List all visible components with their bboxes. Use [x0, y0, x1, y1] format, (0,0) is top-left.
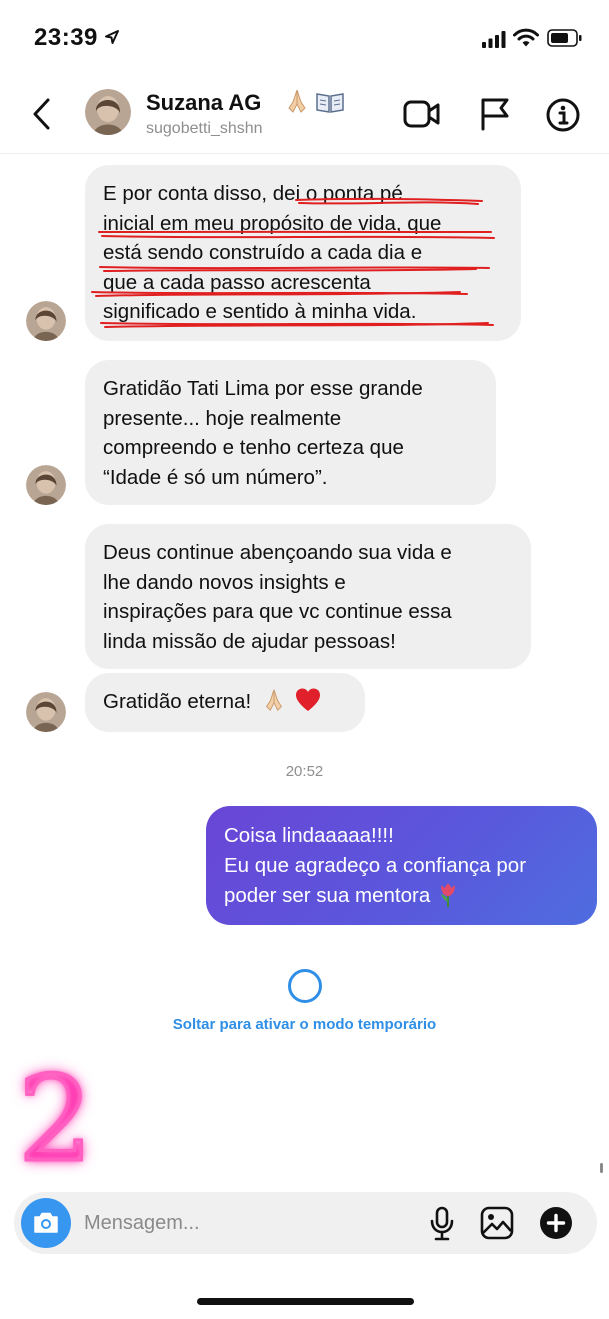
contact-username: sugobetti_shshn [146, 120, 263, 137]
message-line: Eu que agradeço a confiança por [224, 853, 527, 877]
open-book-icon [315, 93, 345, 118]
message-avatar[interactable] [26, 692, 66, 732]
status-time: 23:39 [34, 24, 98, 51]
microphone-icon[interactable] [429, 1206, 455, 1247]
message-line: inspirações para que vc continue essa [103, 600, 452, 623]
incoming-message[interactable]: Gratidão Tati Lima por esse grande prese… [85, 360, 496, 505]
home-indicator[interactable] [197, 1298, 414, 1305]
message-input[interactable] [84, 1204, 404, 1242]
flag-icon[interactable] [479, 97, 511, 136]
message-line: linda missão de ajudar pessoas! [103, 629, 396, 653]
info-icon[interactable] [545, 97, 581, 138]
message-line: E por conta disso, dei o ponta pé [103, 182, 403, 205]
message-line: lhe dando novos insights e [103, 570, 346, 594]
praying-hands-icon [283, 89, 315, 118]
message-line: poder ser sua mentora [224, 880, 579, 917]
vanish-mode-indicator [288, 969, 322, 1003]
message-line: que a cada passo acrescenta [103, 270, 371, 294]
incoming-message[interactable]: Gratidão eterna! [85, 673, 365, 732]
header-avatar[interactable] [85, 89, 131, 135]
message-line: Deus continue abençoando sua vida e [103, 541, 452, 564]
camera-icon [32, 1211, 60, 1240]
status-bar: 23:39 [0, 0, 609, 80]
scroll-indicator[interactable] [600, 1163, 603, 1173]
gallery-icon[interactable] [480, 1206, 514, 1245]
message-avatar[interactable] [26, 465, 66, 505]
camera-button[interactable] [21, 1198, 71, 1248]
plus-icon[interactable] [540, 1207, 572, 1239]
message-line: Gratidão eterna! [103, 687, 347, 722]
overlay-number: 2 [16, 1050, 94, 1188]
battery-icon [547, 29, 583, 52]
message-line: Gratidão Tati Lima por esse grande [103, 377, 423, 400]
message-timestamp: 20:52 [285, 763, 324, 780]
cellular-signal-icon [482, 30, 508, 53]
vanish-mode-label: Soltar para ativar o modo temporário [172, 1016, 437, 1033]
praying-hands-icon [261, 687, 287, 722]
message-composer [14, 1192, 597, 1254]
message-text: Gratidão eterna! [103, 690, 252, 713]
chat-header: Suzana AG sugobetti_shshn [0, 80, 609, 154]
message-line: presente... hoje realmente [103, 406, 342, 430]
contact-name[interactable]: Suzana AG [146, 90, 261, 116]
message-line: compreendo e tenho certeza que [103, 436, 404, 459]
incoming-message[interactable]: E por conta disso, dei o ponta pé inicia… [85, 165, 521, 341]
location-arrow-icon [104, 29, 120, 50]
tulip-icon [436, 880, 460, 917]
back-button[interactable] [28, 94, 58, 134]
message-line: está sendo construído a cada dia e [103, 241, 423, 264]
message-avatar[interactable] [26, 301, 66, 341]
message-line: “Idade é só um número”. [103, 465, 328, 489]
message-line: Coisa lindaaaaa!!!! [224, 824, 394, 847]
video-call-icon[interactable] [403, 99, 441, 134]
wifi-icon [513, 28, 539, 53]
message-text: poder ser sua mentora [224, 884, 431, 907]
message-line: significado e sentido à minha vida. [103, 300, 417, 323]
incoming-message[interactable]: Deus continue abençoando sua vida e lhe … [85, 524, 531, 669]
red-heart-icon [295, 687, 321, 722]
outgoing-message[interactable]: Coisa lindaaaaa!!!! Eu que agradeço a co… [206, 806, 597, 925]
name-emoji [283, 88, 345, 119]
message-line: inicial em meu propósito de vida, que [103, 211, 442, 235]
